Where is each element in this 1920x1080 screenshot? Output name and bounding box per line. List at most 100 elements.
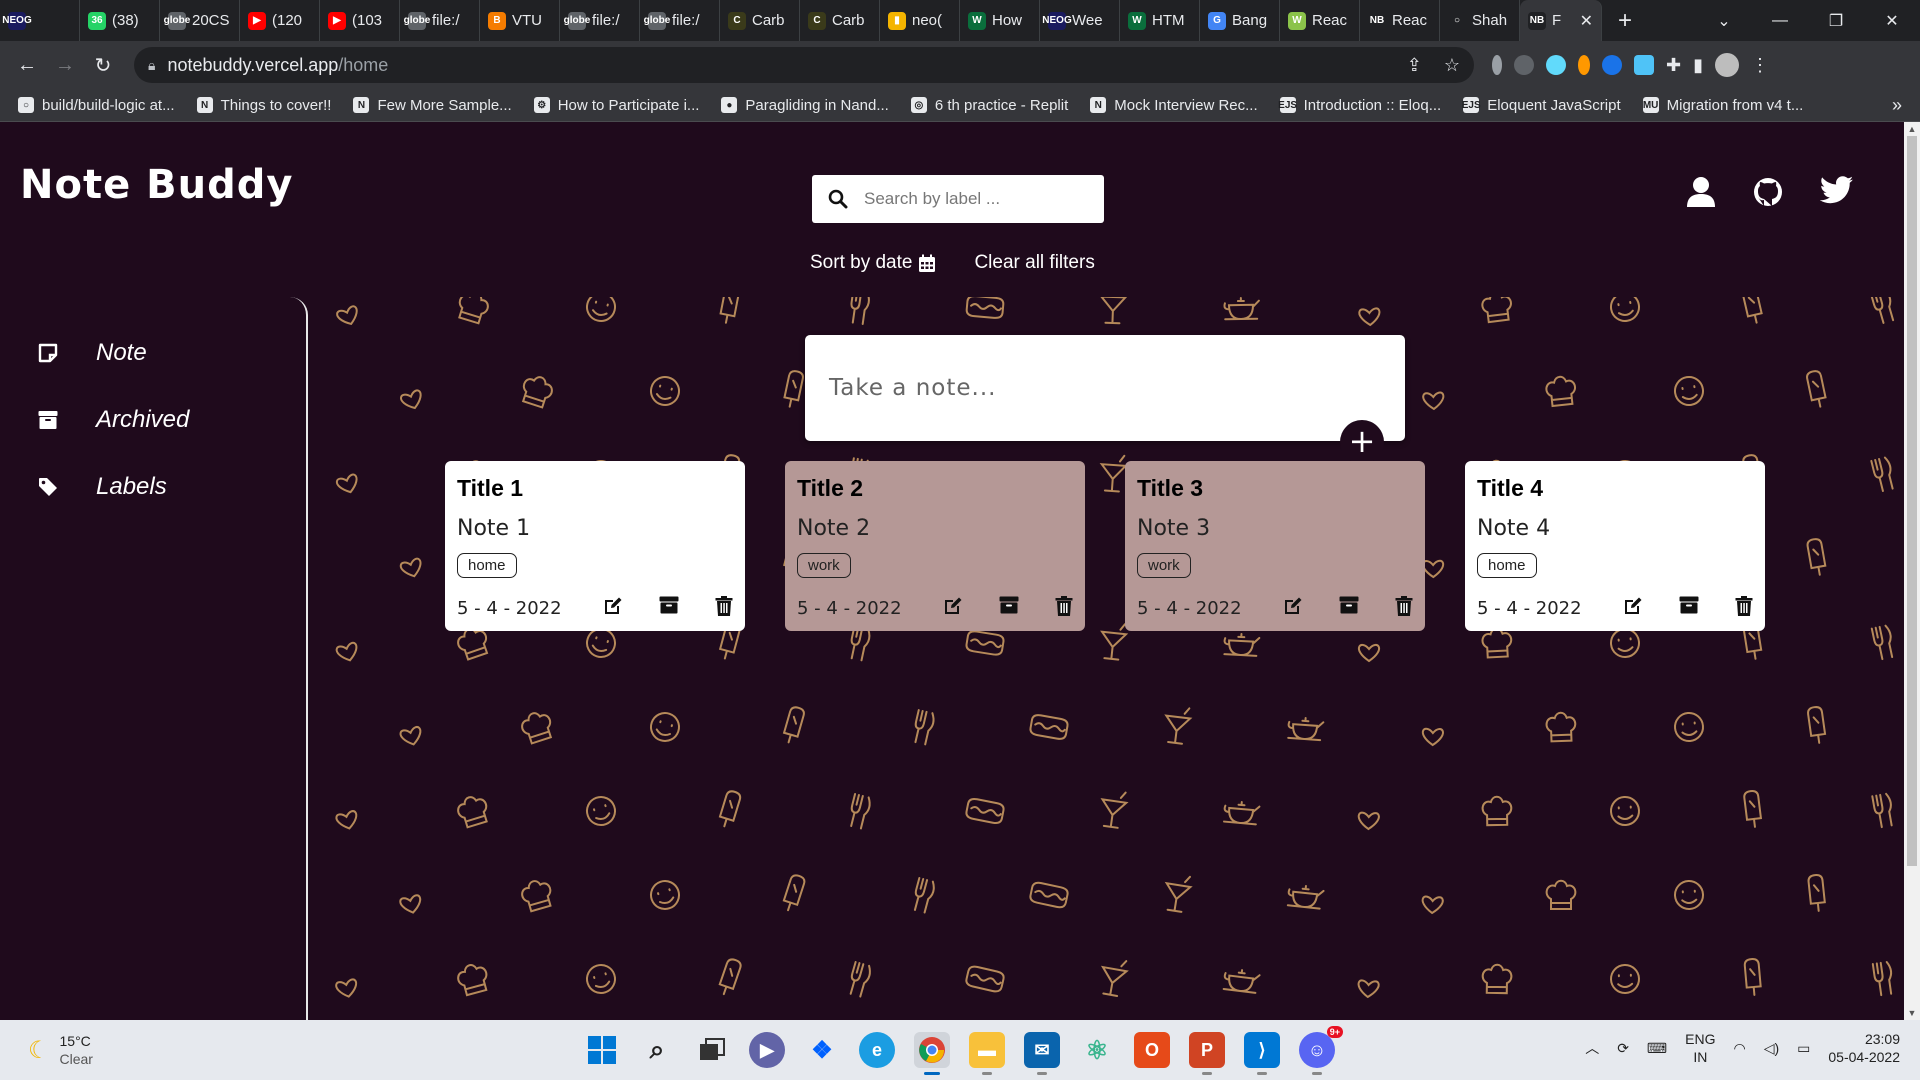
page-scrollbar[interactable]: ▲ ▼ xyxy=(1904,122,1920,1020)
office-icon[interactable]: O xyxy=(1134,1032,1170,1068)
bookmark-item[interactable]: ○ build/build-logic at... xyxy=(18,97,175,114)
browser-tab[interactable]: ▶ (120 xyxy=(240,0,320,41)
task-view-icon[interactable] xyxy=(694,1032,730,1068)
bookmark-item[interactable]: N Mock Interview Rec... xyxy=(1090,97,1258,114)
browser-tab[interactable]: NEOG Wee xyxy=(1040,0,1120,41)
browser-tab[interactable]: NEOG xyxy=(0,0,80,41)
take-note-input[interactable]: Take a note... xyxy=(805,335,1405,441)
file-explorer-icon[interactable]: ▬ xyxy=(969,1032,1005,1075)
user-icon[interactable] xyxy=(1686,176,1716,208)
keyboard-icon[interactable]: ⌨ xyxy=(1647,1040,1667,1057)
sidebar-item-labels[interactable]: Labels xyxy=(38,473,167,501)
note-label-chip[interactable]: home xyxy=(457,553,517,578)
trash-icon[interactable] xyxy=(1055,596,1073,621)
edit-icon[interactable] xyxy=(1623,596,1643,621)
archive-icon[interactable] xyxy=(1679,596,1699,621)
scroll-down-arrow[interactable]: ▼ xyxy=(1904,1006,1920,1020)
twitter-icon[interactable] xyxy=(1820,176,1854,204)
tab-search-icon[interactable]: ⌄ xyxy=(1696,0,1752,41)
note-card[interactable]: Title 3 Note 3 work 5 - 4 - 2022 xyxy=(1125,461,1425,631)
windows-start-icon[interactable] xyxy=(584,1032,620,1068)
chrome-icon[interactable] xyxy=(914,1032,950,1075)
browser-tab[interactable]: B VTU xyxy=(480,0,560,41)
search-icon[interactable]: ⌕ xyxy=(639,1032,675,1068)
archive-icon[interactable] xyxy=(659,596,679,621)
language-indicator[interactable]: ENG IN xyxy=(1685,1030,1715,1066)
new-tab-button[interactable]: + xyxy=(1602,7,1648,35)
archive-icon[interactable] xyxy=(1339,596,1359,621)
battery-icon[interactable]: ▭ xyxy=(1797,1040,1810,1057)
reload-button[interactable]: ↻ xyxy=(86,48,120,82)
browser-tab[interactable]: globe 20CS xyxy=(160,0,240,41)
more-bookmarks-icon[interactable]: » xyxy=(1892,95,1902,116)
bookmark-item[interactable]: MU Migration from v4 t... xyxy=(1642,97,1803,114)
sidebar-item-archived[interactable]: Archived xyxy=(38,406,189,434)
extension-icon[interactable] xyxy=(1492,55,1502,75)
sort-by-date-button[interactable]: Sort by date xyxy=(810,252,936,274)
dropbox-icon[interactable]: ❖ xyxy=(804,1032,840,1068)
bookmark-item[interactable]: ◎ 6 th practice - Replit xyxy=(910,97,1068,114)
archive-icon[interactable] xyxy=(999,596,1019,621)
bookmark-item[interactable]: N Things to cover!! xyxy=(196,97,331,114)
note-card[interactable]: Title 4 Note 4 home 5 - 4 - 2022 xyxy=(1465,461,1765,631)
lock-icon[interactable]: 🔒︎ xyxy=(148,57,155,74)
bookmark-item[interactable]: EJS Eloquent JavaScript xyxy=(1462,97,1621,114)
weather-widget[interactable]: ☾ 15°C Clear xyxy=(28,1032,93,1068)
minimize-button[interactable]: — xyxy=(1752,0,1808,41)
scroll-thumb[interactable] xyxy=(1907,136,1917,866)
scroll-up-arrow[interactable]: ▲ xyxy=(1904,122,1920,136)
browser-tab[interactable]: globe file:/ xyxy=(640,0,720,41)
mail-icon[interactable]: ✉ xyxy=(1024,1032,1060,1075)
bookmark-item[interactable]: EJS Introduction :: Eloq... xyxy=(1278,97,1441,114)
vscode-icon[interactable]: ⟩ xyxy=(1244,1032,1280,1075)
browser-tab[interactable]: NB Reac xyxy=(1360,0,1440,41)
github-icon[interactable] xyxy=(1752,176,1784,208)
bookmark-item[interactable]: N Few More Sample... xyxy=(353,97,512,114)
search-input[interactable] xyxy=(864,189,1084,209)
chevron-up-icon[interactable]: ︿ xyxy=(1585,1038,1599,1058)
forward-button[interactable]: → xyxy=(48,48,82,82)
browser-tab[interactable]: globe file:/ xyxy=(400,0,480,41)
profile-avatar[interactable] xyxy=(1715,53,1739,77)
bookmark-star-icon[interactable]: ☆ xyxy=(1444,55,1460,76)
browser-tab[interactable]: W Reac xyxy=(1280,0,1360,41)
browser-tab[interactable]: NB F ✕ xyxy=(1520,0,1602,41)
browser-tab[interactable]: ○ Shah xyxy=(1440,0,1520,41)
browser-tab[interactable]: ▶ (103 xyxy=(320,0,400,41)
sync-icon[interactable]: ⟳ xyxy=(1617,1040,1629,1057)
atom-icon[interactable]: ⚛ xyxy=(1079,1032,1115,1068)
edit-icon[interactable] xyxy=(603,596,623,621)
address-bar[interactable]: 🔒︎ notebuddy.vercel.app/home ⇪ ☆ xyxy=(134,47,1474,83)
clear-filters-button[interactable]: Clear all filters xyxy=(974,252,1094,274)
bookmark-item[interactable]: ⚙ How to Participate i... xyxy=(533,97,699,114)
extension-icon[interactable] xyxy=(1602,55,1622,75)
sidebar-item-note[interactable]: Note xyxy=(38,339,147,367)
browser-tab[interactable]: C Carb xyxy=(720,0,800,41)
browser-tab[interactable]: C Carb xyxy=(800,0,880,41)
react-devtools-icon[interactable] xyxy=(1546,55,1566,75)
clock[interactable]: 23:09 05-04-2022 xyxy=(1828,1030,1900,1066)
extension-icon[interactable] xyxy=(1514,55,1534,75)
note-label-chip[interactable]: work xyxy=(797,553,851,578)
trash-icon[interactable] xyxy=(1395,596,1413,621)
extension-icon[interactable] xyxy=(1578,55,1590,75)
browser-tab[interactable]: W HTM xyxy=(1120,0,1200,41)
browser-tab[interactable]: G Bang xyxy=(1200,0,1280,41)
trash-icon[interactable] xyxy=(1735,596,1753,621)
note-label-chip[interactable]: work xyxy=(1137,553,1191,578)
volume-icon[interactable]: ◁) xyxy=(1764,1040,1779,1057)
share-icon[interactable]: ⇪ xyxy=(1407,55,1422,76)
restore-button[interactable]: ❐ xyxy=(1808,0,1864,41)
edit-icon[interactable] xyxy=(1283,596,1303,621)
note-card[interactable]: Title 2 Note 2 work 5 - 4 - 2022 xyxy=(785,461,1085,631)
discord-icon[interactable]: ☺ 9+ xyxy=(1299,1026,1343,1075)
wifi-icon[interactable]: ◠ xyxy=(1733,1040,1745,1057)
powerpoint-icon[interactable]: P xyxy=(1189,1032,1225,1075)
browser-tab[interactable]: globe file:/ xyxy=(560,0,640,41)
extension-icon[interactable] xyxy=(1634,55,1654,75)
trash-icon[interactable] xyxy=(715,596,733,621)
back-button[interactable]: ← xyxy=(10,48,44,82)
bookmark-item[interactable]: ● Paragliding in Nand... xyxy=(721,97,889,114)
teams-chat-icon[interactable]: ▶ xyxy=(749,1032,785,1068)
browser-tab[interactable]: 36 (38) xyxy=(80,0,160,41)
